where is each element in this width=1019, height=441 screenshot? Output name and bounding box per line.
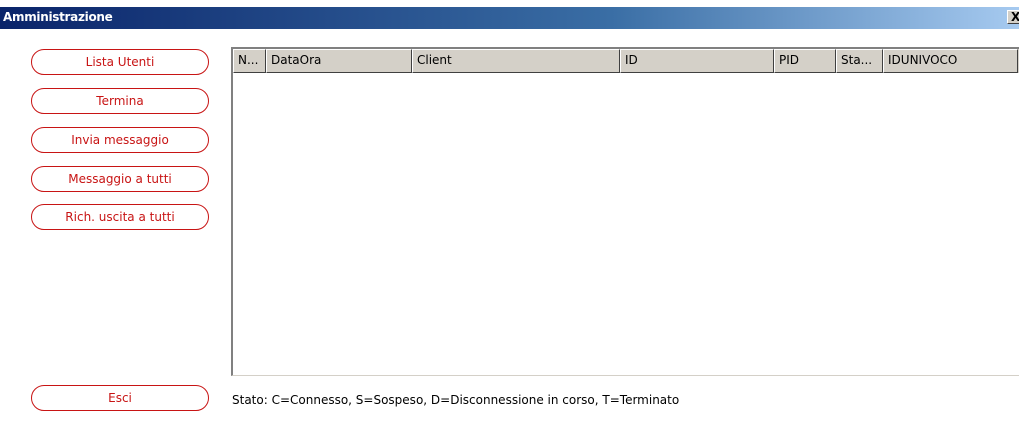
rich-uscita-a-tutti-button[interactable]: Rich. uscita a tutti [31, 204, 209, 230]
column-header-pid[interactable]: PID [774, 49, 836, 73]
invia-messaggio-button[interactable]: Invia messaggio [31, 127, 209, 153]
column-header-client[interactable]: Client [412, 49, 620, 73]
column-header-n[interactable]: N... [233, 49, 266, 73]
column-header-id[interactable]: ID [620, 49, 774, 73]
column-header-stato[interactable]: Sta... [836, 49, 883, 73]
column-header-idunivoco[interactable]: IDUNIVOCO [883, 49, 1018, 73]
admin-window: Amministrazione X Lista Utenti Termina I… [0, 0, 1019, 441]
messaggio-a-tutti-button[interactable]: Messaggio a tutti [31, 166, 209, 192]
grid-header: N... DataOra Client ID PID Sta... IDUNIV… [233, 49, 1019, 73]
window-title: Amministrazione [3, 10, 113, 24]
termina-button[interactable]: Termina [31, 88, 209, 114]
close-button[interactable]: X [1007, 10, 1019, 24]
esci-button[interactable]: Esci [31, 385, 209, 411]
lista-utenti-button[interactable]: Lista Utenti [31, 49, 209, 75]
column-header-dataora[interactable]: DataOra [266, 49, 412, 73]
title-bar[interactable]: Amministrazione X [0, 7, 1019, 29]
status-legend: Stato: C=Connesso, S=Sospeso, D=Disconne… [232, 393, 680, 407]
users-grid[interactable]: N... DataOra Client ID PID Sta... IDUNIV… [231, 47, 1019, 376]
